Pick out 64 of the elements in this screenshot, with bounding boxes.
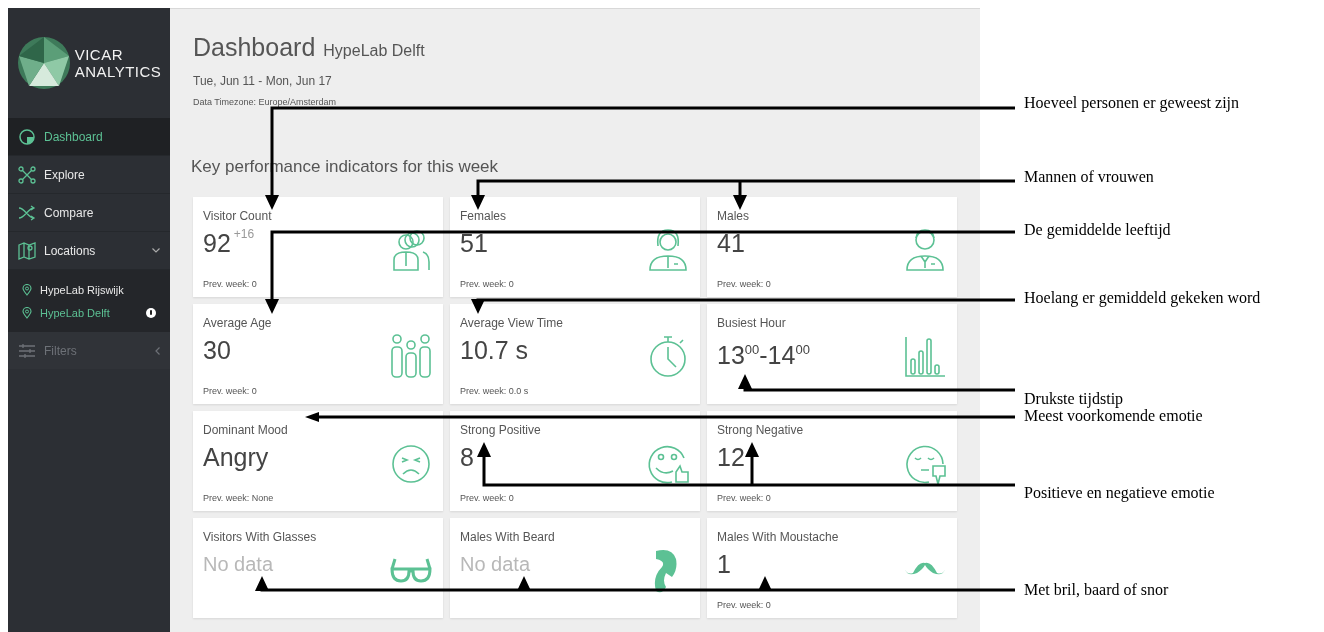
- card-value: 10.7 s: [460, 335, 529, 366]
- card-value: No data: [203, 552, 274, 577]
- card-title: Dominant Mood: [203, 423, 289, 437]
- timezone-text: Data Timezone: Europe/Amsterdam: [193, 97, 338, 107]
- annotation-label: Positieve en negatieve emotie: [1024, 483, 1216, 503]
- card-value: 1: [717, 549, 731, 580]
- card-value: 51: [460, 228, 488, 259]
- card-prev-week: Prev. week: None: [203, 493, 275, 503]
- card-prev-week: Prev. week: 0.0 s: [460, 386, 530, 396]
- pin-icon: [22, 306, 32, 319]
- annotation-label: Drukste tijdstip: [1024, 389, 1125, 409]
- logo-text: VICAR: [74, 46, 124, 63]
- card-prev-week: Prev. week: 0: [717, 600, 772, 610]
- nav-item[interactable]: Dashboard: [8, 118, 170, 156]
- card-prev-week: Prev. week: 0: [460, 279, 515, 289]
- card-value: 92: [203, 228, 231, 259]
- chevron-left-icon: [155, 346, 160, 355]
- card-prev-week: Prev. week: 0: [203, 279, 258, 289]
- annotation-label: Meest voorkomende emotie: [1024, 407, 1204, 426]
- logo-icon: [16, 36, 71, 90]
- nav-icon: [18, 241, 36, 260]
- card-icon: [646, 226, 690, 272]
- date-range: Tue, Jun 11 - Mon, Jun 17: [193, 74, 333, 88]
- card-icon: [389, 557, 433, 583]
- card-prev-week: Prev. week: 0: [717, 279, 772, 289]
- nav-icon: [18, 203, 36, 222]
- card-value: Angry: [203, 442, 269, 473]
- annotation-label: De gemiddelde leeftijd: [1024, 220, 1172, 240]
- card-prev-week: Prev. week: 0: [203, 386, 258, 396]
- card-value: 8: [460, 442, 474, 473]
- annotation-label: Hoeveel personen er geweest zijn: [1024, 93, 1240, 113]
- annotation-label: Met bril, baard of snor: [1024, 580, 1170, 600]
- sliders-icon: [18, 342, 36, 359]
- nav-icon: [18, 127, 36, 146]
- location-item[interactable]: HypeLab Rijswijk: [8, 278, 170, 301]
- card-title: Strong Positive: [460, 423, 542, 437]
- card-prev-week: Prev. week: 0: [717, 493, 772, 503]
- card-prev-week: Prev. week: 0: [460, 493, 515, 503]
- card-title: Average Age: [203, 316, 273, 330]
- card-value: 13$^{00}$-14$^{00}$: [717, 340, 810, 371]
- card-title: Females: [460, 209, 507, 223]
- card-value: 30: [203, 335, 231, 366]
- card-icon: [903, 226, 947, 272]
- page-subtitle: HypeLab Delft: [323, 42, 425, 60]
- card-title: Males: [717, 209, 750, 223]
- card-title: Visitor Count: [203, 209, 273, 223]
- card-value: No data: [460, 552, 531, 577]
- logo-text: ANALYTICS: [74, 63, 162, 80]
- nav-icon: [18, 165, 36, 184]
- card-title: Visitors With Glasses: [203, 530, 318, 544]
- location-item[interactable]: HypeLab Delft: [8, 301, 170, 324]
- card-value: 41: [717, 228, 745, 259]
- card-title: Average View Time: [460, 316, 564, 330]
- card-delta: +16: [233, 227, 255, 241]
- card-title: Strong Negative: [717, 423, 805, 437]
- page-title: Dashboard: [193, 33, 316, 62]
- card-icon: [389, 333, 433, 379]
- annotation-label: Mannen of vrouwen: [1024, 167, 1155, 187]
- annotation-label: Hoelang er gemiddeld gekeken word: [1024, 288, 1262, 308]
- card-title: Busiest Hour: [717, 316, 787, 330]
- card-title: Males With Beard: [460, 530, 556, 544]
- card-title: Males With Moustache: [717, 530, 840, 544]
- card-value: 12: [717, 442, 745, 473]
- pin-icon: [22, 283, 32, 296]
